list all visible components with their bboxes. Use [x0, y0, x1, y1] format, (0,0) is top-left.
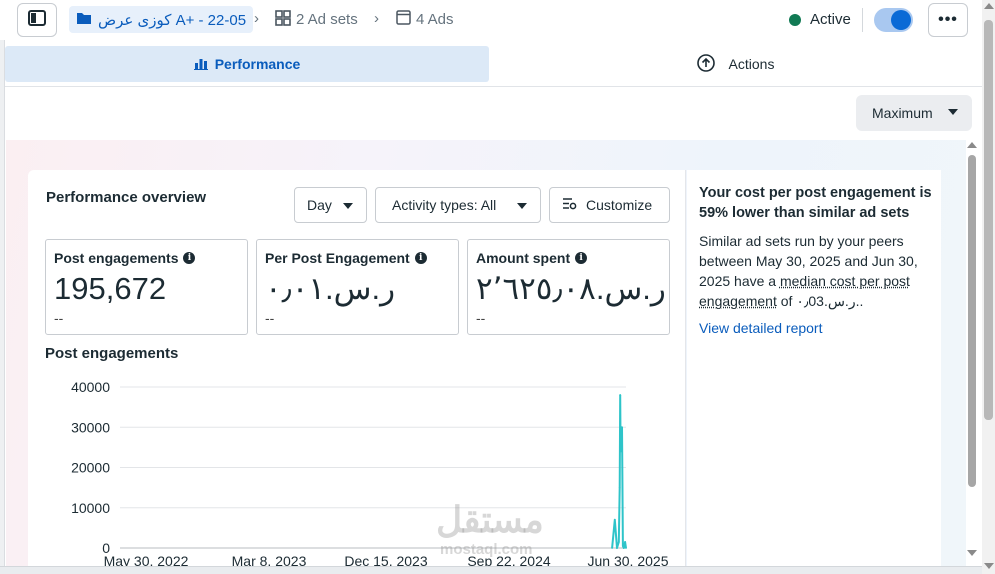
divider: [862, 8, 863, 32]
tab-performance-label: Performance: [214, 56, 301, 72]
metric-value: ر.س.٠٫٠١: [265, 271, 396, 306]
status-dot-icon: [789, 14, 801, 26]
bottom-strip: [0, 566, 982, 574]
metric-value: ر.س.٢٬٦٢٥٫٠٨: [476, 271, 666, 306]
info-icon[interactable]: i: [575, 252, 588, 264]
activity-types-label: Activity types: All: [392, 197, 497, 213]
status-label: Active: [810, 11, 851, 28]
caret-down-icon: [517, 203, 527, 209]
tab-bar: Performance Actions: [5, 46, 982, 82]
folder-icon: [76, 11, 92, 29]
watermark: مستقل: [436, 499, 544, 540]
insight-body-text-end: of ر.س.٠٫03..: [776, 293, 864, 309]
period-dropdown[interactable]: Day: [294, 187, 367, 223]
info-icon[interactable]: i: [183, 252, 196, 264]
bar-chart-icon: [193, 56, 208, 73]
view-detailed-report-link[interactable]: View detailed report: [699, 320, 822, 336]
data-point: [617, 541, 620, 543]
inner-scroll-down-arrow[interactable]: [967, 550, 977, 556]
arrow-up-circle-icon: [696, 53, 715, 75]
ads-breadcrumb[interactable]: 4 Ads: [396, 6, 454, 33]
sidebar-toggle-button[interactable]: [17, 3, 57, 37]
toggle-knob: [891, 10, 911, 30]
campaign-name: کوزی عرض A+ - 22-05: [98, 11, 247, 29]
metric-label: Per Post Engagement: [265, 250, 410, 266]
metric-card-per-post-engagement[interactable]: Per Post Engagement i ر.س.٠٫٠١ --: [256, 239, 459, 335]
campaign-breadcrumb[interactable]: کوزی عرض A+ - 22-05: [69, 6, 254, 33]
data-point: [622, 547, 625, 549]
page-scrollbar-thumb[interactable]: [984, 20, 993, 420]
data-point: [621, 426, 623, 429]
y-tick-label: 30000: [71, 419, 110, 435]
metric-label-row: Amount spent i: [476, 250, 588, 266]
tabs-divider: [5, 86, 982, 87]
top-bar: کوزی عرض A+ - 22-05 › 2 Ad sets › 4 Ads …: [0, 0, 982, 40]
metric-label-row: Per Post Engagement i: [265, 250, 427, 266]
more-options-button[interactable]: •••: [928, 3, 968, 37]
grid-icon: [275, 9, 291, 30]
y-tick-label: 10000: [71, 500, 110, 516]
ads-label: 4 Ads: [416, 11, 454, 28]
performance-overview-card: Performance overview Day Activity types:…: [28, 170, 686, 570]
chevron-right-icon: ›: [254, 10, 259, 27]
data-point: [625, 547, 627, 549]
ad-sets-label: 2 Ad sets: [296, 11, 358, 28]
insight-panel: Your cost per post engagement is 59% low…: [687, 170, 941, 570]
active-toggle[interactable]: [874, 8, 913, 32]
metric-card-post-engagements[interactable]: Post engagements i 195,672 --: [45, 239, 248, 335]
info-icon[interactable]: i: [414, 252, 427, 264]
customize-icon: [562, 197, 577, 213]
period-label: Day: [307, 197, 332, 213]
tab-actions[interactable]: Actions: [489, 46, 982, 82]
view-select-label: Maximum: [872, 105, 933, 121]
y-tick-label: 40000: [71, 379, 110, 395]
data-point: [622, 545, 624, 547]
sidebar-toggle-icon: [28, 9, 46, 31]
customize-label: Customize: [586, 197, 653, 213]
watermark-sub: mostaql.com: [440, 541, 533, 558]
data-point: [618, 486, 621, 489]
tab-performance[interactable]: Performance: [5, 46, 489, 82]
chevron-right-icon: ›: [374, 10, 379, 27]
page-scroll-up-arrow[interactable]: [984, 3, 994, 9]
customize-button[interactable]: Customize: [549, 187, 670, 223]
metric-label-row: Post engagements i: [54, 250, 196, 266]
inner-scrollbar-thumb[interactable]: [968, 155, 976, 487]
inner-scroll-up-arrow[interactable]: [967, 142, 977, 148]
metric-label: Post engagements: [54, 250, 179, 266]
insight-body: Similar ad sets run by your peers betwee…: [699, 231, 937, 311]
data-point: [619, 394, 622, 396]
data-point: [620, 430, 622, 433]
overview-title: Performance overview: [46, 189, 207, 206]
metric-comparison: --: [54, 310, 64, 326]
insight-headline: Your cost per post engagement is 59% low…: [699, 185, 932, 221]
metric-comparison: --: [476, 310, 486, 326]
ad-icon: [396, 10, 411, 29]
activity-types-dropdown[interactable]: Activity types: All: [375, 187, 541, 223]
more-icon: •••: [938, 11, 958, 28]
metric-comparison: --: [265, 310, 275, 326]
metric-value: 195,672: [54, 271, 167, 306]
left-edge: [0, 40, 5, 574]
series-line: [611, 394, 627, 549]
metric-label: Amount spent: [476, 250, 571, 266]
post-engagements-chart: 400003000020000100000May 30, 2022 Mar 8, …: [71, 379, 669, 569]
data-point: [613, 518, 616, 521]
view-select-dropdown[interactable]: Maximum: [856, 95, 972, 131]
page-scroll-down-arrow[interactable]: [984, 563, 994, 569]
data-point: [611, 547, 613, 549]
metric-card-amount-spent[interactable]: Amount spent i ر.س.٢٬٦٢٥٫٠٨ --: [467, 239, 670, 335]
data-point: [616, 547, 618, 549]
caret-down-icon: [343, 203, 353, 209]
caret-down-icon: [948, 109, 958, 115]
chart-title: Post engagements: [45, 345, 179, 362]
data-point: [624, 541, 626, 543]
tab-actions-label: Actions: [728, 56, 775, 72]
y-tick-label: 20000: [71, 460, 110, 476]
ad-sets-breadcrumb[interactable]: 2 Ad sets: [275, 6, 358, 33]
data-point: [619, 450, 622, 453]
